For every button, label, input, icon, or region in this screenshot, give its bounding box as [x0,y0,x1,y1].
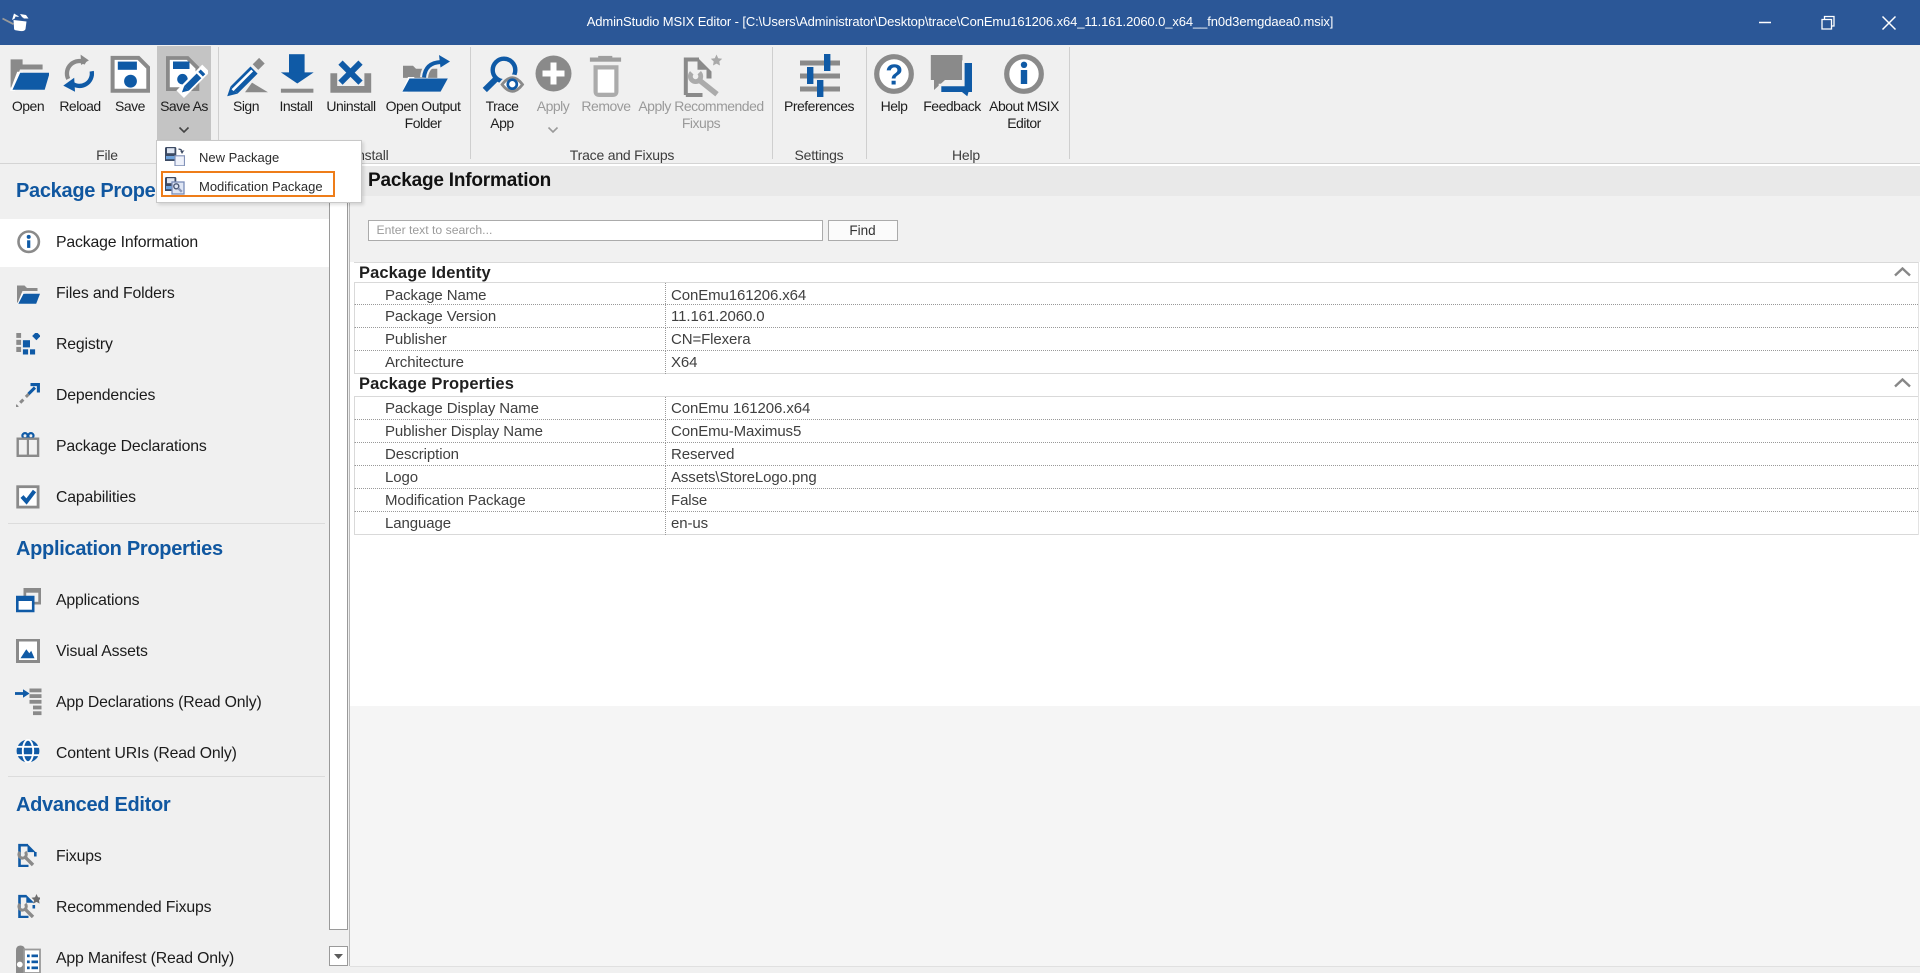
svg-text:?: ? [885,60,903,92]
